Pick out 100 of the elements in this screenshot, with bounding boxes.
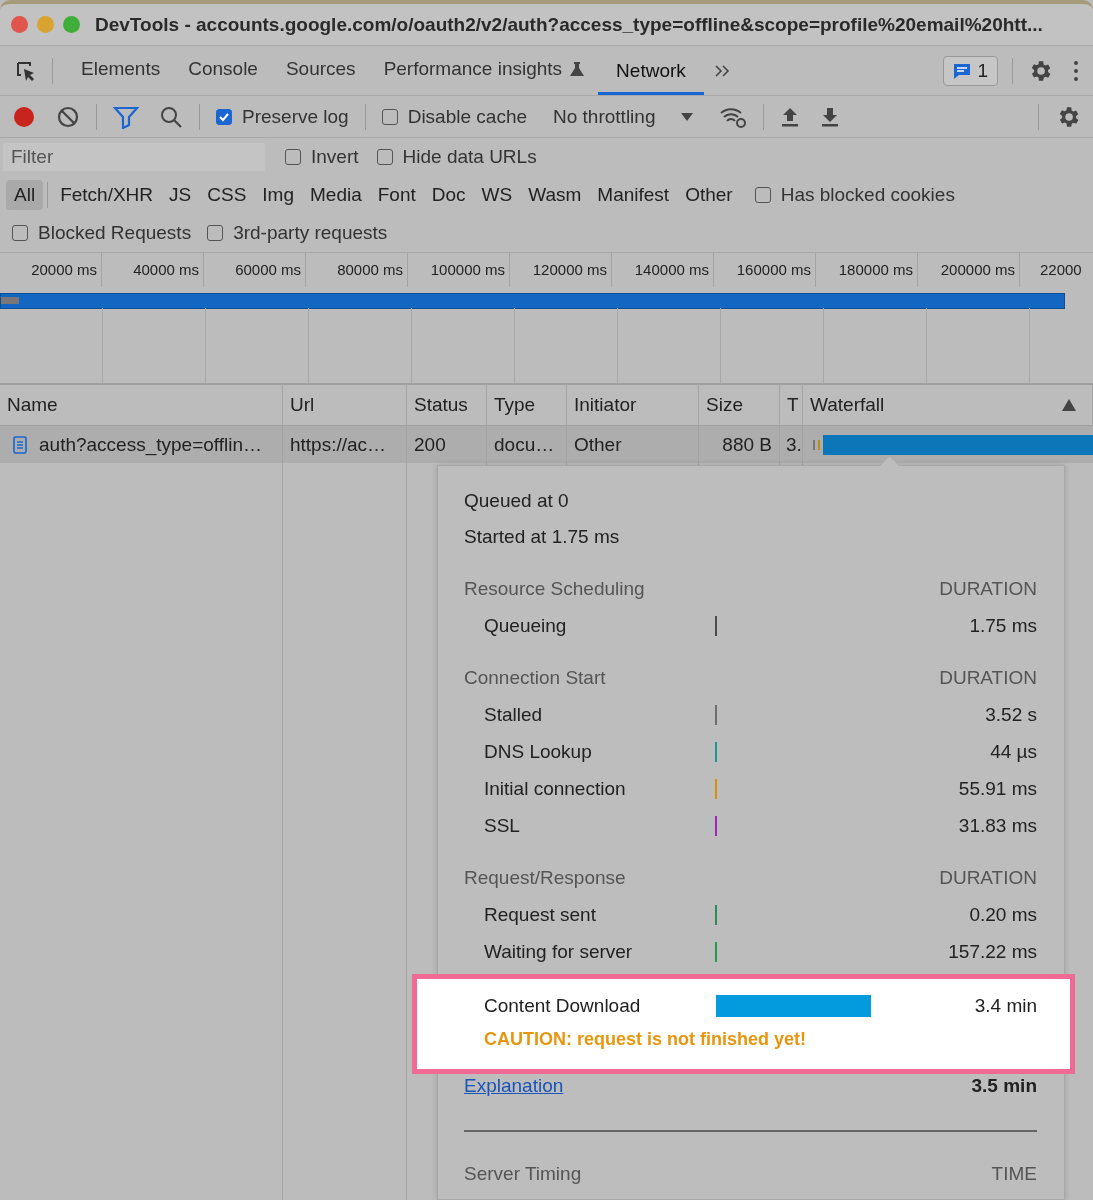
column-header[interactable]: T	[780, 385, 803, 425]
timing-value: 44 µs	[989, 740, 1037, 763]
type-filter-button[interactable]: Other	[677, 180, 741, 210]
timing-value: 3.4 min	[974, 995, 1037, 1017]
timeline-tick-label: 40000 ms	[102, 253, 204, 287]
type-filter-button[interactable]: Manifest	[589, 180, 678, 210]
sort-ascending-icon[interactable]	[1062, 399, 1076, 411]
explanation-link[interactable]: Explanation	[464, 1074, 564, 1102]
timeline-tick-label: 100000 ms	[408, 253, 510, 287]
table-cell: 3.	[780, 426, 803, 463]
timing-value: 157.22 ms	[947, 940, 1037, 963]
column-header[interactable]: Type	[487, 385, 567, 425]
timing-label: Initial connection	[484, 777, 627, 800]
panel-tab[interactable]: Sources	[271, 46, 370, 95]
column-label: DURATION	[939, 866, 1037, 890]
section-title: Connection Start	[464, 666, 606, 690]
timing-label: Waiting for server	[484, 940, 634, 963]
timeline-tick-label: 22000	[1039, 260, 1083, 280]
invert-checkbox[interactable]	[285, 149, 301, 165]
type-filter-button[interactable]: All	[6, 180, 44, 210]
more-tabs-icon[interactable]	[713, 63, 730, 78]
started-text: Started at 1.75 ms	[464, 525, 621, 549]
upload-icon[interactable]	[780, 105, 801, 128]
queued-text: Queued at 0	[464, 489, 570, 513]
table-cell: 200	[407, 426, 487, 463]
checkbox-label: Blocked Requests	[38, 222, 192, 244]
blocked-cookies-checkbox[interactable]	[754, 187, 771, 203]
column-label: DURATION	[939, 666, 1037, 690]
section-title: Request/Response	[464, 866, 626, 890]
total-duration: 3.5 min	[971, 1074, 1037, 1098]
checkbox-label: 3rd-party requests	[233, 222, 388, 244]
type-filter-button[interactable]: Img	[254, 180, 302, 210]
timeline-tick-label: 20000 ms	[0, 253, 102, 287]
table-cell: Other	[567, 426, 699, 463]
message-icon	[953, 62, 972, 79]
timing-value: 1.75 ms	[968, 614, 1037, 637]
document-icon	[13, 435, 27, 454]
timeline-tick-label: 80000 ms	[306, 253, 408, 287]
type-filter-button[interactable]: JS	[161, 180, 200, 210]
timing-value: 55.91 ms	[957, 777, 1037, 800]
column-label: TIME	[991, 1162, 1037, 1186]
filter-checkbox[interactable]	[207, 225, 224, 241]
timeline-tick-label: 160000 ms	[714, 253, 816, 287]
table-cell: 880 B	[699, 426, 780, 463]
record-icon[interactable]	[12, 104, 36, 129]
filter-checkbox[interactable]	[12, 225, 28, 241]
type-filter-button[interactable]: CSS	[199, 180, 255, 210]
checkbox-label: Has blocked cookies	[780, 184, 955, 206]
type-filter-button[interactable]: Fetch/XHR	[52, 180, 162, 210]
type-filter-button[interactable]: Media	[302, 180, 370, 210]
section-title: Resource Scheduling	[464, 577, 645, 601]
clear-icon[interactable]	[56, 104, 80, 129]
timing-value: 3.52 s	[984, 703, 1037, 726]
checkbox-label: Hide data URLs	[402, 146, 537, 168]
caution-message: CAUTION: request is not finished yet!	[483, 1028, 808, 1051]
timing-value: 31.83 ms	[957, 814, 1037, 837]
issues-button[interactable]: 1	[943, 55, 998, 86]
checkbox-label: Preserve log	[242, 105, 349, 128]
timing-label: SSL	[484, 814, 521, 837]
throttling-dropdown[interactable]: No throttling	[547, 104, 700, 129]
hide-data-urls-checkbox[interactable]	[376, 149, 393, 165]
panel-tab[interactable]: Performance insights	[369, 46, 599, 95]
download-icon[interactable]	[820, 105, 841, 128]
timeline-tick-label: 120000 ms	[510, 253, 612, 287]
request-row[interactable]: auth?access_type=offlin… https://ac… 200 docu… Other 880 B 3.	[0, 426, 1093, 463]
table-cell: https://ac…	[283, 426, 407, 463]
filter-field[interactable]: Filter	[3, 143, 265, 171]
column-label: DURATION	[939, 577, 1037, 601]
flask-icon	[570, 61, 585, 77]
timing-label: Queueing	[484, 614, 568, 637]
type-filter-button[interactable]: Doc	[423, 180, 474, 210]
panel-tab[interactable]: Console	[174, 46, 272, 95]
more-options-icon[interactable]	[1073, 59, 1079, 82]
column-header[interactable]: Size	[699, 385, 780, 425]
column-header[interactable]: Url	[283, 385, 407, 425]
column-header[interactable]: Initiator	[567, 385, 699, 425]
panel-tab[interactable]: Network	[598, 46, 704, 95]
type-filter-button[interactable]: Font	[369, 180, 424, 210]
panel-tab[interactable]: Elements	[67, 46, 175, 95]
search-icon[interactable]	[159, 104, 183, 129]
preserve-log-checkbox[interactable]	[216, 108, 232, 125]
checkbox-label: Disable cache	[407, 105, 527, 128]
filter-icon[interactable]	[113, 104, 139, 129]
window-title: DevTools - accounts.google.com/o/oauth2/v2/auth?access_type=offline&scope=profile%20email%20htt...	[95, 13, 1043, 36]
disable-cache-checkbox[interactable]	[381, 108, 398, 125]
timeline-tick-label: 60000 ms	[204, 253, 306, 287]
section-title: Server Timing	[464, 1162, 582, 1186]
checkbox-label: Invert	[311, 146, 359, 168]
type-filter-button[interactable]: Wasm	[520, 180, 590, 210]
type-filter-button[interactable]: WS	[473, 180, 521, 210]
timeline-tick-label: 140000 ms	[612, 253, 714, 287]
timing-label: Content Download	[484, 995, 642, 1017]
table-cell: docu…	[487, 426, 567, 463]
caret-icon	[681, 111, 694, 122]
timing-label: DNS Lookup	[484, 740, 593, 763]
timing-label: Stalled	[484, 703, 544, 726]
column-header[interactable]: Name	[0, 385, 283, 425]
timing-value: 0.20 ms	[968, 903, 1037, 926]
column-header[interactable]: Status	[407, 385, 487, 425]
timeline-tick-label: 200000 ms	[918, 253, 1020, 287]
